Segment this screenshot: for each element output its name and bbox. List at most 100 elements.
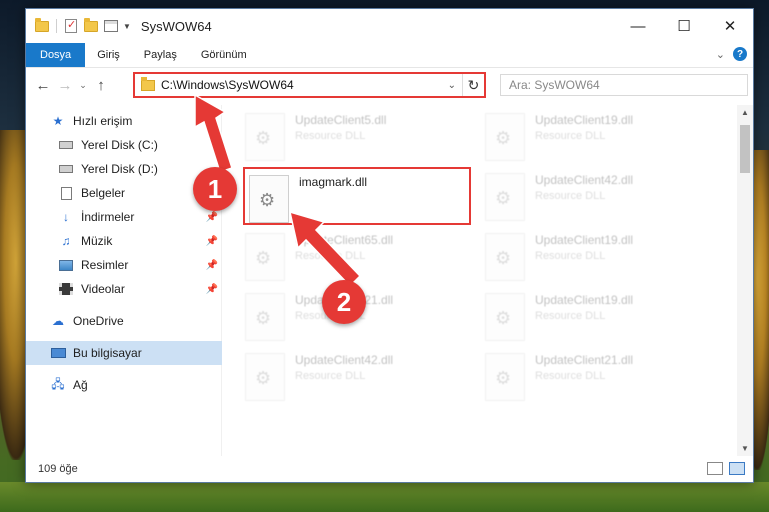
- step-badge-2: 2: [322, 280, 366, 324]
- sidebar-item-label: İndirmeler: [81, 210, 135, 224]
- sidebar-item-music[interactable]: ♫ Müzik 📌: [26, 229, 222, 253]
- tab-home[interactable]: Giriş: [85, 43, 132, 67]
- main-area: ★ Hızlı erişim Yerel Disk (C:) Yerel Dis…: [26, 105, 753, 457]
- pin-icon[interactable]: 📌: [206, 260, 218, 271]
- sidebar-item-label: Müzik: [81, 234, 113, 248]
- dll-file-icon: [485, 113, 525, 161]
- ribbon-right: ⌄ ?: [716, 47, 747, 61]
- file-item[interactable]: UpdateClient21.dll Resource DLL: [485, 351, 715, 407]
- navigation-pane: ★ Hızlı erişim Yerel Disk (C:) Yerel Dis…: [26, 105, 222, 457]
- sidebar-item-network[interactable]: 🖧 Ağ: [26, 373, 222, 397]
- sidebar-item-this-pc[interactable]: Bu bilgisayar: [26, 341, 222, 365]
- maximize-button[interactable]: ☐: [661, 9, 707, 43]
- dll-file-icon: [245, 233, 285, 281]
- minimize-button[interactable]: —: [615, 9, 661, 43]
- properties-check-icon[interactable]: [63, 18, 79, 34]
- pictures-icon: [58, 258, 74, 272]
- file-name: imagmark.dll: [299, 175, 368, 189]
- file-description: Resource DLL: [295, 370, 366, 382]
- sidebar-item-label: Yerel Disk (D:): [81, 162, 158, 176]
- sidebar-item-label: Bu bilgisayar: [73, 346, 142, 360]
- sidebar-item-disk-c[interactable]: Yerel Disk (C:): [26, 133, 222, 157]
- scroll-thumb[interactable]: [740, 125, 750, 173]
- recent-locations-icon[interactable]: ⌄: [76, 80, 90, 91]
- file-name: UpdateClient19.dll: [535, 293, 634, 307]
- close-button[interactable]: ✕: [707, 9, 753, 43]
- file-item[interactable]: UpdateClient5.dll Resource DLL: [245, 111, 475, 167]
- file-name: UpdateClient19.dll: [535, 233, 634, 247]
- dll-file-icon: [485, 173, 525, 221]
- file-description: Resource DLL: [295, 130, 366, 142]
- dll-file-icon: [245, 353, 285, 401]
- tab-view[interactable]: Görünüm: [189, 43, 259, 67]
- download-icon: ↓: [63, 210, 69, 224]
- dll-file-icon: [249, 175, 289, 223]
- dll-file-icon: [245, 113, 285, 161]
- qat-dropdown-icon[interactable]: ▼: [123, 22, 131, 31]
- file-list: UpdateClient5.dll Resource DLL UpdateClie…: [223, 105, 737, 457]
- computer-icon: [50, 346, 66, 360]
- tab-file[interactable]: Dosya: [26, 43, 86, 67]
- sidebar-item-label: Videolar: [81, 282, 125, 296]
- file-item-imagmark[interactable]: imagmark.dll: [243, 167, 471, 225]
- search-input[interactable]: Ara: SysWOW64: [500, 74, 748, 96]
- status-bar: 109 öğe: [26, 456, 753, 482]
- sidebar-item-quick-access[interactable]: ★ Hızlı erişim: [26, 109, 222, 133]
- cloud-icon: ☁: [52, 314, 64, 328]
- vertical-scrollbar[interactable]: ▲ ▼: [737, 105, 753, 457]
- address-dropdown-icon[interactable]: ⌄: [448, 80, 456, 91]
- file-description: Resource DLL: [535, 370, 606, 382]
- large-icons-view-icon[interactable]: [729, 462, 745, 475]
- navigation-bar: ← → ⌄ ↑ C:\Windows\SysWOW64 ⌄ ↻ Ara: Sys…: [26, 67, 753, 103]
- window-title: SysWOW64: [140, 18, 212, 34]
- music-icon: ♫: [61, 234, 71, 248]
- file-item[interactable]: UpdateClient19.dll Resource DLL: [485, 291, 715, 347]
- toolbar-divider: [56, 19, 57, 33]
- sidebar-item-label: OneDrive: [73, 314, 124, 328]
- up-arrow-icon[interactable]: ↑: [90, 77, 112, 94]
- new-folder-icon[interactable]: [83, 17, 99, 34]
- view-switcher: [707, 462, 745, 475]
- sidebar-item-pictures[interactable]: Resimler 📌: [26, 253, 222, 277]
- file-item[interactable]: UpdateClient42.dll Resource DLL: [245, 351, 475, 407]
- pin-icon[interactable]: 📌: [206, 212, 218, 223]
- back-arrow-icon[interactable]: ←: [32, 77, 54, 94]
- star-icon: ★: [52, 114, 64, 128]
- file-item[interactable]: UpdateClient19.dll Resource DLL: [485, 111, 715, 167]
- help-icon[interactable]: ?: [733, 47, 747, 61]
- file-item[interactable]: UpdateClient65.dll Resource DLL: [245, 231, 475, 287]
- forward-arrow-icon[interactable]: →: [54, 77, 76, 94]
- item-count: 109 öğe: [38, 463, 78, 475]
- pin-icon[interactable]: 📌: [206, 284, 218, 295]
- file-description: Resource DLL: [295, 250, 366, 262]
- pin-icon[interactable]: 📌: [206, 236, 218, 247]
- refresh-icon[interactable]: ↻: [462, 74, 484, 96]
- explorer-window: ▼ SysWOW64 — ☐ ✕ Dosya Giriş Paylaş Görü…: [25, 8, 754, 483]
- file-name: UpdateClient21.dll: [535, 353, 634, 367]
- address-bar[interactable]: C:\Windows\SysWOW64 ⌄ ↻: [133, 72, 486, 98]
- quick-access-toolbar: ▼: [26, 17, 131, 34]
- sidebar-item-label: Ağ: [73, 378, 88, 392]
- file-name: UpdateClient42.dll: [535, 173, 634, 187]
- tab-share[interactable]: Paylaş: [132, 43, 189, 67]
- sidebar-item-onedrive[interactable]: ☁ OneDrive: [26, 309, 222, 333]
- dll-file-icon: [485, 353, 525, 401]
- sidebar-item-videos[interactable]: Videolar 📌: [26, 277, 222, 301]
- expand-ribbon-icon[interactable]: ⌄: [716, 48, 725, 61]
- sidebar-item-disk-d[interactable]: Yerel Disk (D:): [26, 157, 222, 181]
- file-item[interactable]: UpdateClient42.dll Resource DLL: [485, 171, 715, 227]
- details-view-icon[interactable]: [707, 462, 723, 475]
- sidebar-item-label: Hızlı erişim: [73, 114, 133, 128]
- scroll-up-icon[interactable]: ▲: [737, 105, 753, 121]
- desktop-grass: [0, 482, 769, 512]
- sidebar-item-label: Resimler: [81, 258, 129, 272]
- scroll-down-icon[interactable]: ▼: [737, 441, 753, 457]
- ribbon-tabs: Dosya Giriş Paylaş Görünüm ⌄ ?: [26, 43, 753, 67]
- sidebar-item-downloads[interactable]: ↓ İndirmeler 📌: [26, 205, 222, 229]
- file-item[interactable]: UpdateClient19.dll Resource DLL: [485, 231, 715, 287]
- sidebar-item-label: Yerel Disk (C:): [81, 138, 158, 152]
- documents-icon: [58, 186, 74, 200]
- properties-icon[interactable]: [103, 18, 119, 34]
- address-path[interactable]: C:\Windows\SysWOW64: [161, 78, 448, 92]
- step-badge-1: 1: [193, 167, 237, 211]
